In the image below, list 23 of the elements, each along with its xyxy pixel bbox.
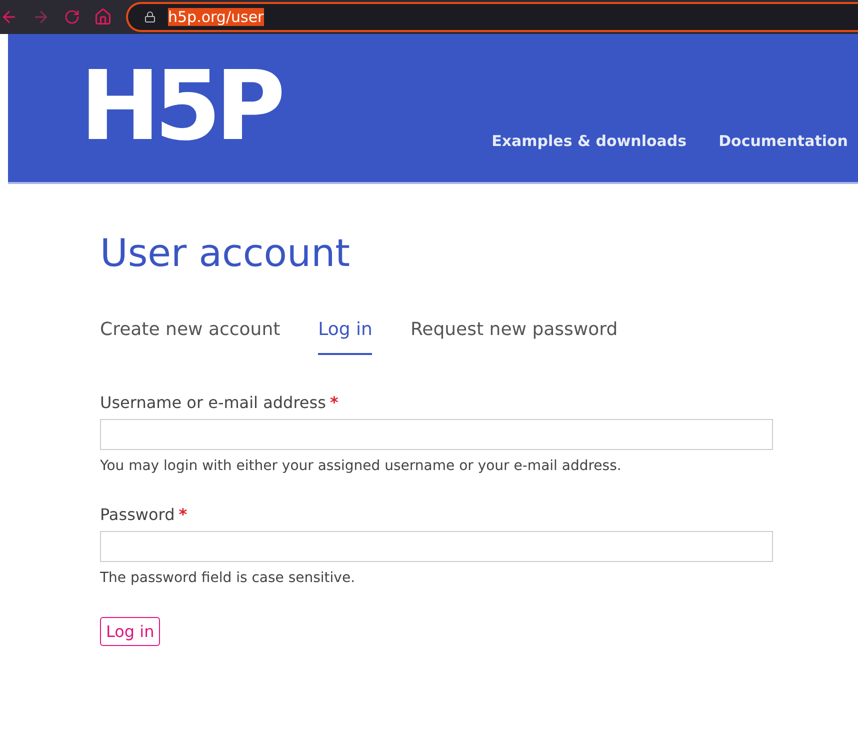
tab[interactable]: Log in — [318, 316, 372, 355]
logo[interactable]: H5P — [80, 58, 280, 154]
help-text: The password field is case sensitive. — [100, 569, 356, 588]
input-field[interactable] — [100, 419, 773, 450]
nav-link[interactable]: Examples & downloads — [492, 130, 687, 152]
url-text: h5p.org/user — [168, 8, 264, 26]
login-button[interactable]: Log in — [100, 617, 160, 646]
page-title: User account — [100, 234, 352, 272]
back-icon[interactable] — [0, 8, 18, 26]
help-text: You may login with either your assigned username or your e-mail address. — [100, 457, 622, 476]
required-mark: * — [178, 504, 188, 526]
nav-link[interactable]: Documentation — [718, 130, 848, 152]
tab[interactable]: Request new password — [410, 316, 618, 355]
input-field[interactable] — [100, 531, 773, 562]
home-icon[interactable] — [94, 8, 112, 26]
address-bar[interactable]: h5p.org/user — [126, 2, 858, 32]
lock-icon — [144, 11, 156, 23]
forward-icon[interactable] — [32, 8, 50, 26]
required-mark: * — [330, 392, 338, 414]
tab[interactable]: Create new account — [100, 316, 280, 355]
reload-icon[interactable] — [64, 9, 80, 25]
field-label: Password — [100, 504, 175, 526]
field-label: Username or e-mail address — [100, 392, 326, 414]
